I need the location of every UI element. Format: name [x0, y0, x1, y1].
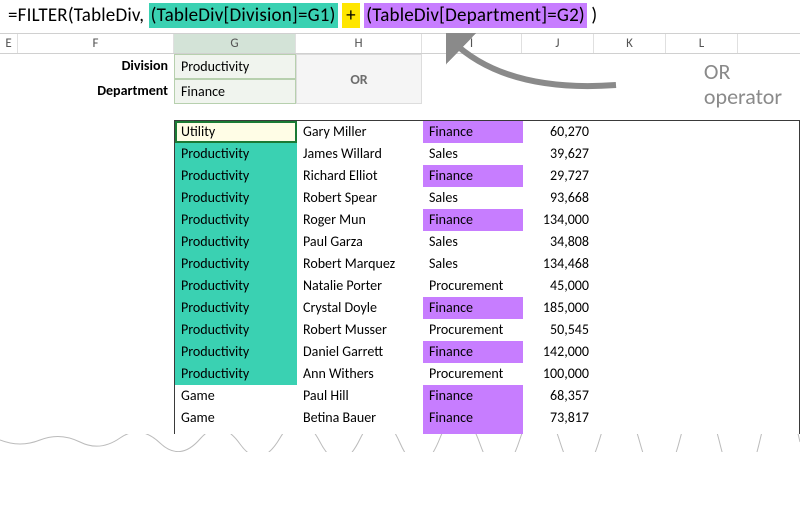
- column-header-H[interactable]: H: [296, 34, 422, 53]
- cell-division[interactable]: Productivity: [175, 253, 297, 275]
- cell-name[interactable]: Roger Mun: [297, 209, 423, 231]
- column-header-F[interactable]: F: [18, 34, 174, 53]
- column-header-J[interactable]: J: [522, 34, 594, 53]
- column-header-L[interactable]: L: [666, 34, 738, 53]
- cell-value[interactable]: 134,000: [523, 209, 595, 231]
- label-division: Division: [18, 54, 174, 79]
- cell-division[interactable]: Utility: [175, 121, 297, 143]
- cell-value[interactable]: 142,000: [523, 341, 595, 363]
- cell-division[interactable]: Productivity: [175, 275, 297, 297]
- cell-value[interactable]: 68,357: [523, 385, 595, 407]
- cell-division[interactable]: Productivity: [175, 297, 297, 319]
- cell-name[interactable]: Ann Withers: [297, 363, 423, 385]
- column-header-K[interactable]: K: [594, 34, 666, 53]
- cell-department[interactable]: Sales: [423, 143, 523, 165]
- cell-value[interactable]: 60,270: [523, 121, 595, 143]
- cell-name[interactable]: Robert Spear: [297, 187, 423, 209]
- cell-value[interactable]: 50,545: [523, 319, 595, 341]
- cell-division[interactable]: Productivity: [175, 143, 297, 165]
- input-department[interactable]: Finance: [174, 79, 296, 104]
- cell-department[interactable]: Procurement: [423, 363, 523, 385]
- cell-department[interactable]: Sales: [423, 231, 523, 253]
- cell-division[interactable]: Productivity: [175, 165, 297, 187]
- formula-bar[interactable]: =FILTER(TableDiv, (TableDiv[Division]=G1…: [0, 0, 800, 33]
- cell-name[interactable]: Robert Musser: [297, 319, 423, 341]
- cell-name[interactable]: Daniel Garrett: [297, 341, 423, 363]
- cell-division[interactable]: Game: [175, 407, 297, 429]
- formula-seg-plus: +: [342, 3, 360, 28]
- column-header-E[interactable]: E: [0, 34, 18, 53]
- cell-value[interactable]: 100,000: [523, 363, 595, 385]
- cell-name[interactable]: Natalie Porter: [297, 275, 423, 297]
- cell-department[interactable]: Sales: [423, 253, 523, 275]
- column-header-G[interactable]: G: [174, 34, 296, 53]
- cell-name[interactable]: Paul Garza: [297, 231, 423, 253]
- formula-seg-func: =FILTER(TableDiv,: [8, 4, 149, 27]
- cell-department[interactable]: Finance: [423, 407, 523, 429]
- cell-department[interactable]: Finance: [423, 165, 523, 187]
- cell-value[interactable]: 73,817: [523, 407, 595, 429]
- cell-value[interactable]: 34,808: [523, 231, 595, 253]
- result-table: UtilityGary MillerFinance60,270Productiv…: [174, 120, 800, 452]
- input-division[interactable]: Productivity: [174, 54, 296, 79]
- cell-division[interactable]: Productivity: [175, 319, 297, 341]
- column-headers: EFGHIJKL: [0, 33, 800, 54]
- cell-name[interactable]: Paul Hill: [297, 385, 423, 407]
- cell-name[interactable]: James Willard: [297, 143, 423, 165]
- label-department: Department: [18, 79, 174, 104]
- cell-value[interactable]: 185,000: [523, 297, 595, 319]
- cell-value[interactable]: 29,727: [523, 165, 595, 187]
- cell-department[interactable]: Procurement: [423, 275, 523, 297]
- criteria-area: Division Productivity OR Department Fina…: [0, 54, 800, 104]
- formula-seg-close: ): [587, 4, 597, 27]
- cell-division[interactable]: Game: [175, 385, 297, 407]
- cell-division[interactable]: Productivity: [175, 209, 297, 231]
- cell-name[interactable]: Robert Marquez: [297, 253, 423, 275]
- cell-department[interactable]: Procurement: [423, 319, 523, 341]
- formula-seg-cond1: (TableDiv[Division]=G1): [149, 3, 338, 28]
- cell-department[interactable]: Finance: [423, 121, 523, 143]
- cell-name[interactable]: Betina Bauer: [297, 407, 423, 429]
- cell-name[interactable]: Gary Miller: [297, 121, 423, 143]
- column-header-I[interactable]: I: [422, 34, 522, 53]
- cell-division[interactable]: Productivity: [175, 187, 297, 209]
- cell-name[interactable]: Richard Elliot: [297, 165, 423, 187]
- torn-edge-decoration: [0, 434, 800, 452]
- cell-department[interactable]: Finance: [423, 209, 523, 231]
- cell-division[interactable]: Productivity: [175, 363, 297, 385]
- cell-department[interactable]: Finance: [423, 341, 523, 363]
- cell-value[interactable]: 45,000: [523, 275, 595, 297]
- cell-department[interactable]: Sales: [423, 187, 523, 209]
- formula-seg-cond2: (TableDiv[Department]=G2): [364, 3, 587, 28]
- or-button[interactable]: OR: [296, 54, 422, 104]
- cell-value[interactable]: 39,627: [523, 143, 595, 165]
- cell-department[interactable]: Finance: [423, 297, 523, 319]
- cell-name[interactable]: Crystal Doyle: [297, 297, 423, 319]
- cell-value[interactable]: 134,468: [523, 253, 595, 275]
- cell-value[interactable]: 93,668: [523, 187, 595, 209]
- cell-division[interactable]: Productivity: [175, 341, 297, 363]
- cell-department[interactable]: Finance: [423, 385, 523, 407]
- cell-division[interactable]: Productivity: [175, 231, 297, 253]
